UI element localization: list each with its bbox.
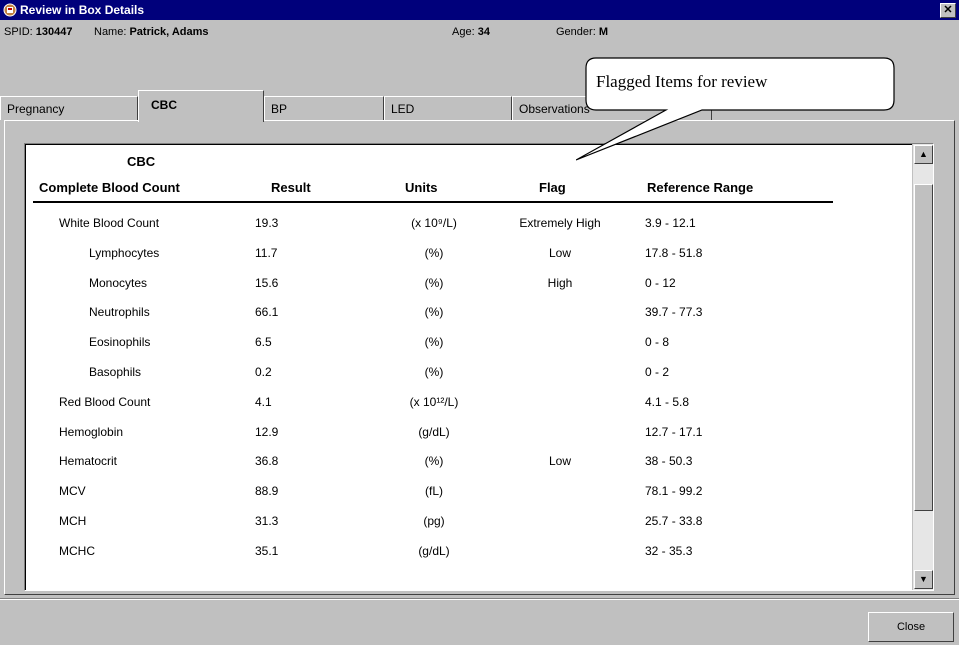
- row-name: Hemoglobin: [59, 424, 124, 439]
- row-units: (x 10⁹/L): [411, 216, 457, 230]
- close-button[interactable]: Close: [868, 612, 954, 642]
- row-units: (%): [424, 305, 444, 320]
- header-name: Complete Blood Count: [39, 180, 180, 195]
- row-result: 15.6: [255, 275, 279, 290]
- close-icon[interactable]: ✕: [940, 3, 956, 18]
- title-bar[interactable]: Review in Box Details ✕: [0, 0, 959, 20]
- table-row: Lymphocytes 11.7 (%) Low 17.8 - 51.8: [25, 246, 905, 268]
- name-value: Patrick, Adams: [129, 26, 209, 38]
- row-flag: Low: [548, 454, 571, 469]
- table-row: Hematocrit 36.8 (%) Low 38 - 50.3: [25, 454, 905, 476]
- tab-bp[interactable]: BP: [264, 96, 384, 120]
- row-range: 0 - 8: [645, 335, 670, 350]
- spid-info: SPID: 130447: [4, 26, 73, 38]
- row-range: 0 - 2: [645, 365, 670, 379]
- row-result: 35.1: [255, 543, 279, 558]
- window-title: Review in Box Details: [20, 3, 145, 17]
- table-row: Red Blood Count 4.1 (x 10¹²/L) 4.1 - 5.8: [25, 395, 905, 417]
- row-result: 11.7: [255, 245, 278, 260]
- cbc-content: CBC Complete Blood Count Result Units Fl…: [24, 143, 934, 591]
- cbc-title: CBC: [127, 154, 156, 169]
- row-units: (x 10¹²/L): [409, 394, 459, 409]
- row-flag: Low: [548, 245, 571, 260]
- scroll-up-icon[interactable]: ▲: [914, 145, 933, 164]
- row-flag: High: [547, 275, 573, 290]
- row-name: Basophils: [89, 365, 142, 379]
- row-range: 12.7 - 17.1: [645, 424, 703, 439]
- table-row: Hemoglobin 12.9 (g/dL) 12.7 - 17.1: [25, 425, 905, 447]
- tab-cbc[interactable]: CBC: [138, 90, 264, 122]
- row-units: (%): [424, 275, 444, 290]
- table-row: MCHC 35.1 (g/dL) 32 - 35.3: [25, 544, 905, 566]
- spid-value: 130447: [35, 26, 73, 38]
- header-units: Units: [405, 180, 438, 195]
- row-result: 12.9: [255, 424, 279, 439]
- gender-value: M: [598, 26, 608, 38]
- row-range: 4.1 - 5.8: [645, 394, 690, 409]
- table-row: Eosinophils 6.5 (%) 0 - 8: [25, 335, 905, 357]
- row-result: 66.1: [255, 305, 279, 320]
- scroll-down-icon[interactable]: ▼: [914, 570, 933, 589]
- row-range: 0 - 12: [645, 275, 676, 290]
- tab-pregnancy[interactable]: Pregnancy: [0, 96, 138, 120]
- row-units: (%): [424, 245, 444, 260]
- row-range: 25.7 - 33.8: [645, 514, 703, 528]
- name-label: Name:: [94, 26, 127, 38]
- scroll-thumb[interactable]: [914, 184, 933, 511]
- row-name: White Blood Count: [59, 216, 160, 230]
- callout-text: Flagged Items for review: [596, 72, 768, 91]
- row-name: Eosinophils: [89, 335, 151, 350]
- row-result: 0.2: [255, 365, 272, 379]
- header-divider: [33, 201, 833, 203]
- spid-label: SPID:: [4, 26, 33, 38]
- row-name: MCV: [59, 484, 86, 499]
- gender-label: Gender:: [556, 26, 596, 38]
- table-row: MCH 31.3 (pg) 25.7 - 33.8: [25, 514, 905, 536]
- age-value: 34: [477, 26, 490, 38]
- row-units: (%): [424, 365, 444, 379]
- table-row: Basophils 0.2 (%) 0 - 2: [25, 365, 905, 387]
- row-name: Lymphocytes: [89, 245, 160, 260]
- row-name: MCH: [59, 514, 87, 528]
- row-units: (g/dL): [418, 424, 450, 439]
- row-units: (%): [424, 454, 444, 469]
- row-units: (pg): [423, 514, 445, 528]
- row-range: 39.7 - 77.3: [645, 305, 703, 320]
- age-label: Age:: [452, 26, 475, 38]
- row-units: (fL): [425, 484, 443, 499]
- row-name: Monocytes: [89, 275, 148, 290]
- table-row: Neutrophils 66.1 (%) 39.7 - 77.3: [25, 305, 905, 327]
- row-range: 3.9 - 12.1: [645, 216, 696, 230]
- row-range: 17.8 - 51.8: [645, 245, 703, 260]
- row-result: 36.8: [255, 454, 279, 469]
- age-info: Age: 34: [452, 26, 490, 38]
- row-result: 31.3: [255, 514, 279, 528]
- row-result: 4.1: [255, 394, 272, 409]
- vertical-scrollbar[interactable]: ▲ ▼: [912, 144, 933, 590]
- row-name: MCHC: [59, 543, 95, 558]
- header-result: Result: [271, 180, 311, 195]
- name-info: Name: Patrick, Adams: [94, 26, 209, 38]
- table-row: Monocytes 15.6 (%) High 0 - 12: [25, 276, 905, 298]
- row-name: Neutrophils: [89, 305, 150, 320]
- bottom-divider: [0, 598, 959, 600]
- row-result: 6.5: [255, 335, 272, 350]
- row-name: Red Blood Count: [59, 394, 151, 409]
- row-flag: Extremely High: [519, 216, 601, 230]
- review-window: Review in Box Details ✕ SPID: 130447 Nam…: [0, 0, 959, 645]
- table-row: MCV 88.9 (fL) 78.1 - 99.2: [25, 484, 905, 506]
- row-range: 38 - 50.3: [645, 454, 693, 469]
- app-icon: [3, 3, 17, 17]
- row-range: 32 - 35.3: [645, 543, 693, 558]
- row-range: 78.1 - 99.2: [645, 484, 703, 499]
- header-flag: Flag: [539, 180, 566, 195]
- gender-info: Gender: M: [556, 26, 608, 38]
- row-units: (g/dL): [418, 543, 450, 558]
- row-name: Hematocrit: [59, 454, 118, 469]
- row-units: (%): [424, 335, 444, 350]
- row-result: 88.9: [255, 484, 279, 499]
- row-result: 19.3: [255, 216, 279, 230]
- table-row: White Blood Count 19.3 (x 10⁹/L) Extremely …: [25, 216, 905, 238]
- tab-led[interactable]: LED: [384, 96, 512, 120]
